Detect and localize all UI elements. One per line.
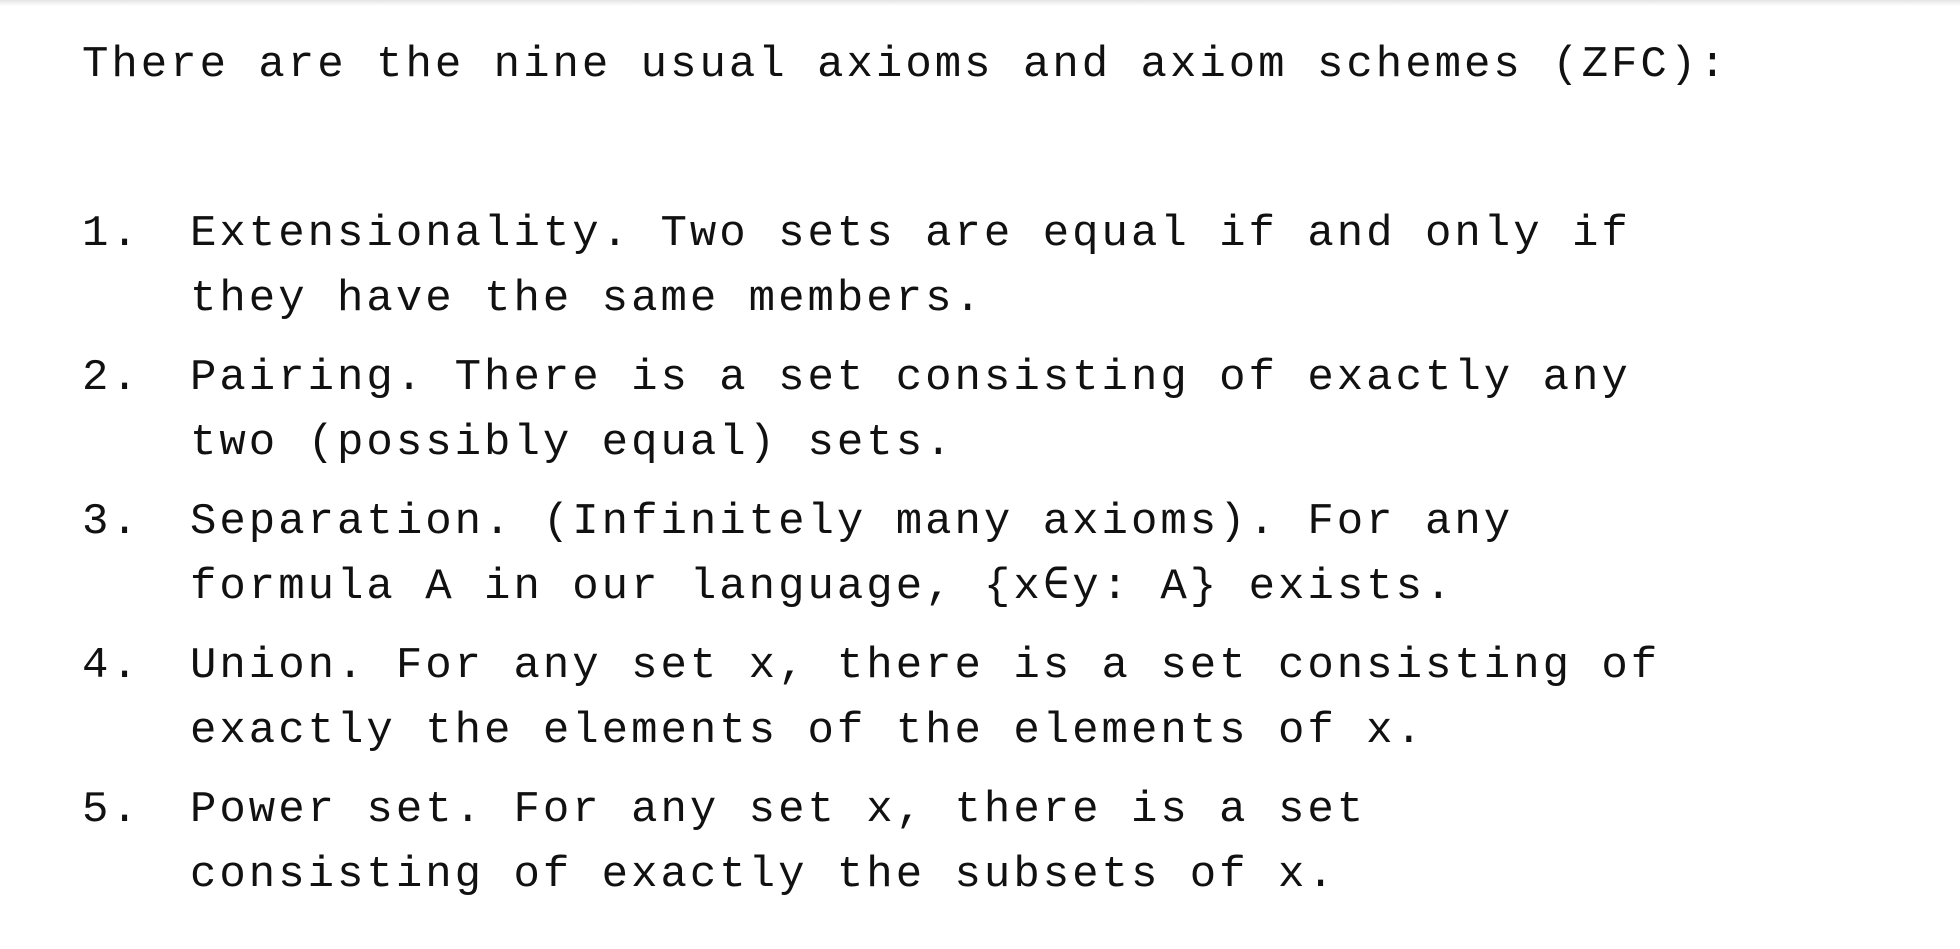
axiom-text-line: two (possibly equal) sets. — [190, 418, 955, 468]
axiom-number: 5. — [82, 785, 141, 835]
axiom-item-pairing: 2. Pairing. There is a set consisting of… — [82, 346, 1950, 476]
axiom-text-line: they have the same members. — [190, 274, 984, 324]
axiom-text-line: Power set. For any set x, there is a set — [190, 785, 1367, 835]
axiom-text-line: Union. For any set x, there is a set con… — [190, 641, 1661, 691]
axiom-text-line: consisting of exactly the subsets of x. — [190, 850, 1337, 900]
axiom-text-line: Extensionality. Two sets are equal if an… — [190, 209, 1631, 259]
axiom-text-line: Pairing. There is a set consisting of ex… — [190, 353, 1631, 403]
top-shadow — [0, 0, 1960, 6]
axiom-text-line: exactly the elements of the elements of … — [190, 706, 1425, 756]
axiom-item-power-set: 5. Power set. For any set x, there is a … — [82, 778, 1950, 908]
axiom-number: 1. — [82, 209, 141, 259]
axiom-item-separation: 3. Separation. (Infinitely many axioms).… — [82, 490, 1950, 620]
axiom-item-extensionality: 1. Extensionality. Two sets are equal if… — [82, 202, 1950, 332]
axiom-list: 1. Extensionality. Two sets are equal if… — [82, 202, 1950, 922]
axiom-number: 2. — [82, 353, 141, 403]
axiom-item-union: 4. Union. For any set x, there is a set … — [82, 634, 1950, 764]
axiom-text-line: formula A in our language, {x∈y: A} exis… — [190, 562, 1455, 612]
axiom-number: 3. — [82, 497, 141, 547]
document-body: There are the nine usual axioms and axio… — [82, 32, 1942, 900]
axiom-number: 4. — [82, 641, 141, 691]
intro-text: There are the nine usual axioms and axio… — [82, 40, 1729, 90]
axiom-text-line: Separation. (Infinitely many axioms). Fo… — [190, 497, 1514, 547]
